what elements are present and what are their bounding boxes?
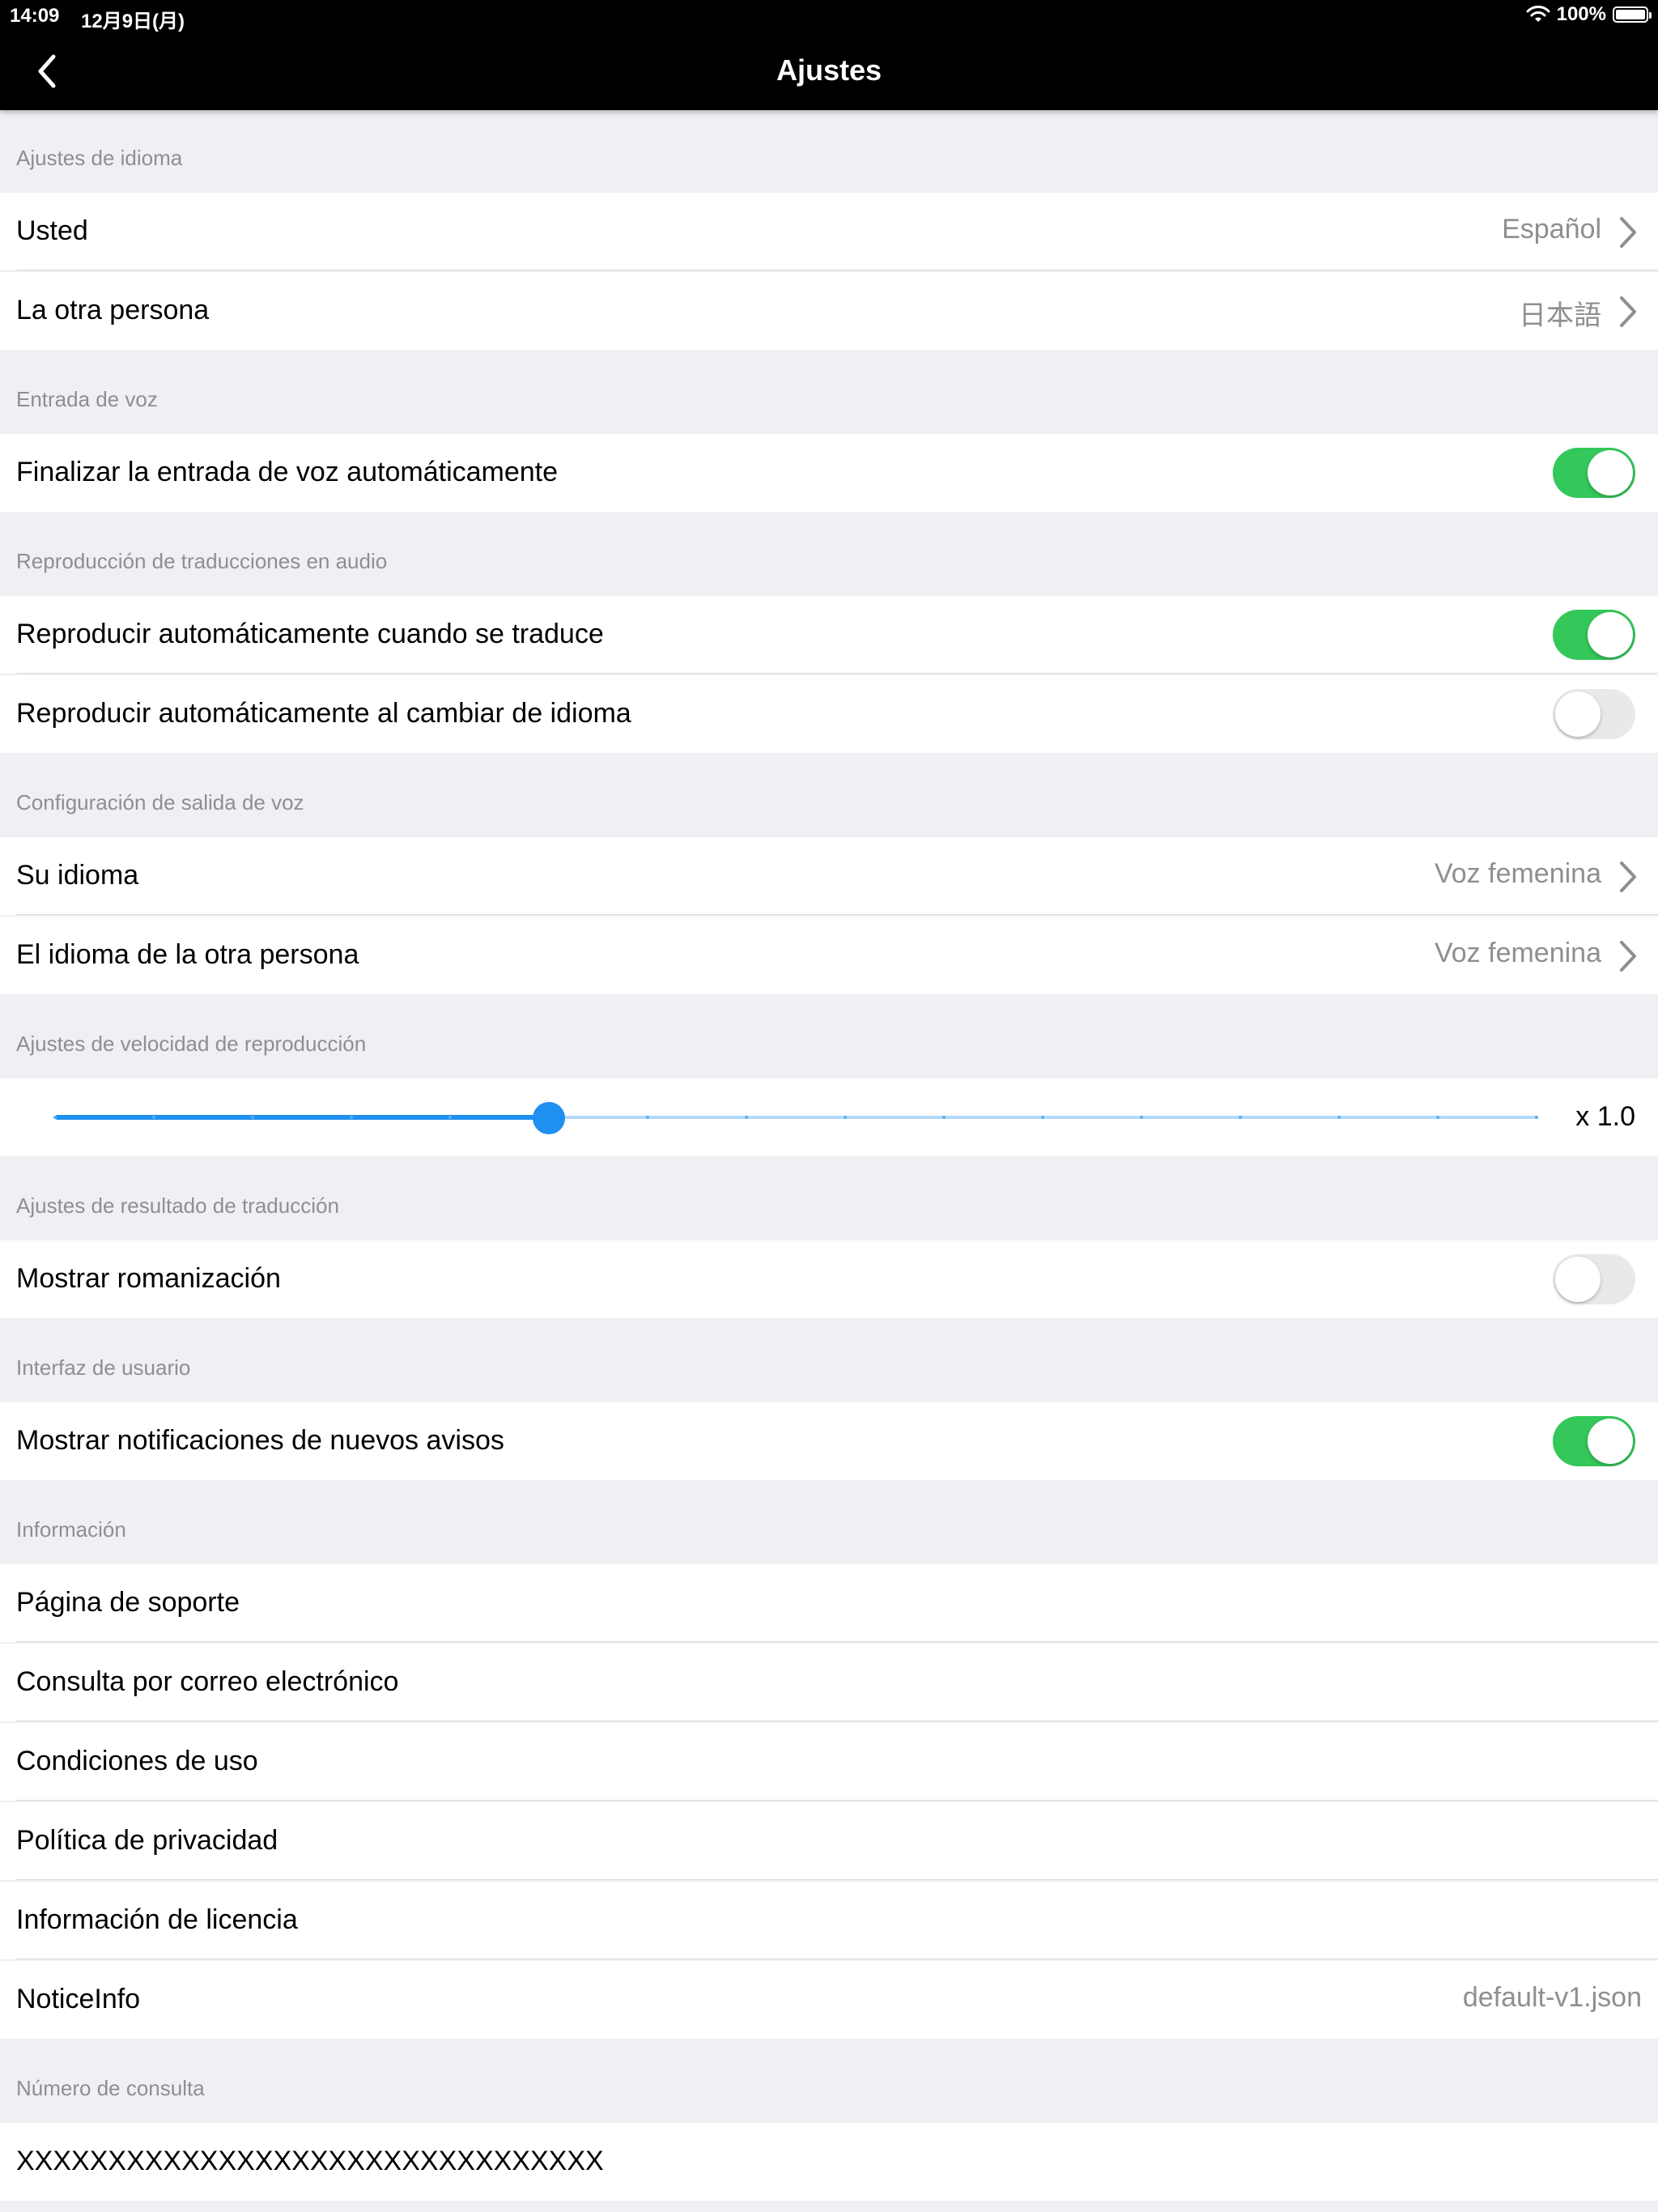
section-header-language: Ajustes de idioma <box>16 146 183 170</box>
chevron-right-icon <box>1620 296 1636 327</box>
row-notice-info: NoticeInfo default-v1.json <box>0 1961 1658 2039</box>
section-header-speed: Ajustes de velocidad de reproducción <box>16 1032 367 1056</box>
chevron-right-icon <box>1620 941 1636 972</box>
slider-tick <box>1436 1116 1439 1119</box>
row-auto-play-translate: Reproducir automáticamente cuando se tra… <box>0 596 1658 674</box>
row-auto-play-language-change: Reproducir automáticamente al cambiar de… <box>0 675 1658 753</box>
row-auto-end-voice-input: Finalizar la entrada de voz automáticame… <box>0 434 1658 512</box>
slider-tick <box>1041 1116 1044 1119</box>
slider-tick <box>1239 1116 1242 1119</box>
navigation-bar: Ajustes <box>0 32 1658 110</box>
status-right: 100% <box>1526 3 1652 26</box>
toggle-knob <box>1588 1419 1633 1464</box>
separator <box>16 914 1658 915</box>
row-email-inquiry[interactable]: Consulta por correo electrónico <box>0 1644 1658 1721</box>
section-header-voice-output: Configuración de salida de voz <box>16 790 304 815</box>
section-header-ui: Interfaz de usuario <box>16 1355 191 1380</box>
toggle-knob <box>1555 1257 1601 1302</box>
row-label: Mostrar romanización <box>16 1263 281 1294</box>
slider-fill <box>55 1115 549 1120</box>
chevron-right-icon <box>1620 217 1636 248</box>
row-inquiry-number: XXXXXXXXXXXXXXXXXXXXXXXXXXXXXXXX <box>0 2123 1658 2201</box>
auto-play-toggle[interactable] <box>1553 610 1635 660</box>
toggle-knob <box>1588 450 1633 496</box>
slider-tick <box>251 1116 254 1119</box>
separator <box>16 1800 1658 1801</box>
romanization-toggle[interactable] <box>1553 1254 1635 1304</box>
status-time: 14:09 <box>10 5 60 27</box>
section-header-info: Información <box>16 1517 126 1542</box>
battery-icon <box>1613 6 1652 23</box>
row-terms-of-use[interactable]: Condiciones de uso <box>0 1723 1658 1801</box>
row-label: Página de soporte <box>16 1587 240 1618</box>
row-value: Español <box>1502 214 1601 245</box>
page-title: Ajustes <box>776 53 882 87</box>
row-label: El idioma de la otra persona <box>16 939 359 970</box>
row-label: Mostrar notificaciones de nuevos avisos <box>16 1425 504 1456</box>
slider-tick <box>844 1116 847 1119</box>
slider-tick <box>745 1116 748 1119</box>
speed-value: x 1.0 <box>1575 1101 1635 1132</box>
inquiry-number: XXXXXXXXXXXXXXXXXXXXXXXXXXXXXXXX <box>16 2146 604 2176</box>
status-date: 12月9日(月) <box>81 11 185 32</box>
toggle-knob <box>1555 691 1601 737</box>
row-label: Reproducir automáticamente cuando se tra… <box>16 619 604 649</box>
row-other-language[interactable]: La otra persona 日本語 <box>0 272 1658 350</box>
row-label: Política de privacidad <box>16 1825 278 1856</box>
row-label: Reproducir automáticamente al cambiar de… <box>16 698 631 729</box>
section-header-voice-input: Entrada de voz <box>16 387 158 411</box>
auto-end-toggle[interactable] <box>1553 448 1635 498</box>
slider-thumb[interactable] <box>532 1102 565 1134</box>
auto-play-language-toggle[interactable] <box>1553 689 1635 739</box>
row-license-info[interactable]: Información de licencia <box>0 1882 1658 1959</box>
row-label: Consulta por correo electrónico <box>16 1666 399 1697</box>
row-speed-slider: x 1.0 <box>0 1078 1658 1156</box>
row-show-notifications: Mostrar notificaciones de nuevos avisos <box>0 1402 1658 1480</box>
row-privacy-policy[interactable]: Política de privacidad <box>0 1802 1658 1880</box>
row-value: default-v1.json <box>1462 1982 1642 2013</box>
battery-percent: 100% <box>1556 3 1606 25</box>
row-label: NoticeInfo <box>16 1984 141 2014</box>
chevron-right-icon <box>1620 861 1636 892</box>
section-header-audio-playback: Reproducción de traducciones en audio <box>16 549 388 573</box>
slider-tick <box>1140 1116 1143 1119</box>
row-show-romanization: Mostrar romanización <box>0 1240 1658 1318</box>
row-label: Finalizar la entrada de voz automáticame… <box>16 457 559 487</box>
notifications-toggle[interactable] <box>1553 1416 1635 1466</box>
slider-tick <box>942 1116 946 1119</box>
wifi-icon <box>1526 6 1550 22</box>
row-other-language-voice[interactable]: El idioma de la otra persona Voz femenin… <box>0 917 1658 994</box>
section-header-inquiry: Número de consulta <box>16 2076 205 2100</box>
slider-tick <box>350 1116 353 1119</box>
row-label: Condiciones de uso <box>16 1746 258 1776</box>
status-bar: 14:09 12月9日(月) 100% <box>0 0 1658 32</box>
row-label: Usted <box>16 215 88 246</box>
toggle-knob <box>1588 612 1633 657</box>
slider-tick <box>1535 1116 1538 1119</box>
row-value: Voz femenina <box>1434 938 1601 968</box>
row-your-language-voice[interactable]: Su idioma Voz femenina <box>0 837 1658 915</box>
row-value: 日本語 <box>1519 300 1601 331</box>
slider-tick <box>646 1116 649 1119</box>
slider-tick <box>1337 1116 1341 1119</box>
slider-tick <box>152 1116 155 1119</box>
row-support-page[interactable]: Página de soporte <box>0 1564 1658 1642</box>
row-label: Su idioma <box>16 860 139 891</box>
row-label: Información de licencia <box>16 1904 298 1935</box>
separator <box>16 673 1658 674</box>
row-value: Voz femenina <box>1434 858 1601 889</box>
slider-tick <box>53 1116 57 1119</box>
row-label: La otra persona <box>16 295 210 325</box>
slider-tick <box>449 1116 452 1119</box>
section-header-translation-result: Ajustes de resultado de traducción <box>16 1193 339 1218</box>
separator <box>16 1879 1658 1880</box>
separator <box>16 1641 1658 1642</box>
row-user-language[interactable]: Usted Español <box>0 193 1658 270</box>
